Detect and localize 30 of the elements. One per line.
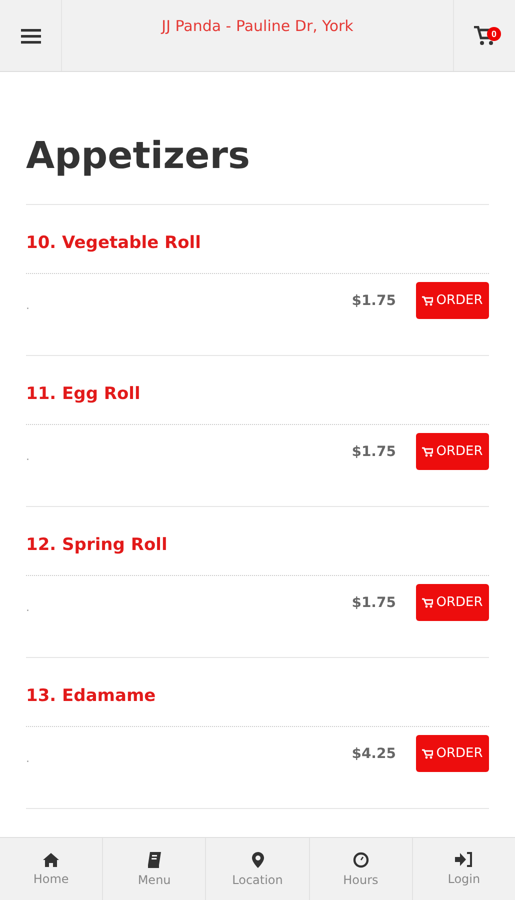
order-button[interactable]: ORDER <box>416 433 489 470</box>
item-name: 10. Vegetable Roll <box>26 233 489 274</box>
item-description: . <box>26 449 30 463</box>
cart-count-badge: 0 <box>487 27 501 41</box>
cart-icon <box>422 296 434 306</box>
item-price: $1.75 <box>352 444 396 460</box>
item-description: . <box>26 751 30 765</box>
item-name: 11. Egg Roll <box>26 384 489 425</box>
book-icon <box>147 852 162 868</box>
item-description: . <box>26 298 30 312</box>
cart-icon <box>422 446 434 456</box>
section-title: Appetizers <box>26 134 489 205</box>
cart-icon <box>422 598 434 608</box>
order-button[interactable]: ORDER <box>416 735 489 772</box>
item-price: $1.75 <box>352 594 396 610</box>
login-icon <box>454 852 473 867</box>
item-description: . <box>26 600 30 614</box>
item-price: $4.25 <box>352 746 396 762</box>
home-icon <box>43 852 60 867</box>
item-name: 13. Edamame <box>26 686 489 727</box>
cart-icon <box>422 748 434 758</box>
item-name: 12. Spring Roll <box>26 535 489 576</box>
restaurant-title: JJ Panda - Pauline Dr, York <box>162 17 354 35</box>
location-pin-icon <box>252 852 264 868</box>
clock-icon <box>352 852 369 868</box>
order-button[interactable]: ORDER <box>416 584 489 621</box>
menu-icon <box>20 28 40 44</box>
cart-icon <box>474 26 496 46</box>
order-button[interactable]: ORDER <box>416 282 489 319</box>
item-price: $1.75 <box>352 292 396 308</box>
